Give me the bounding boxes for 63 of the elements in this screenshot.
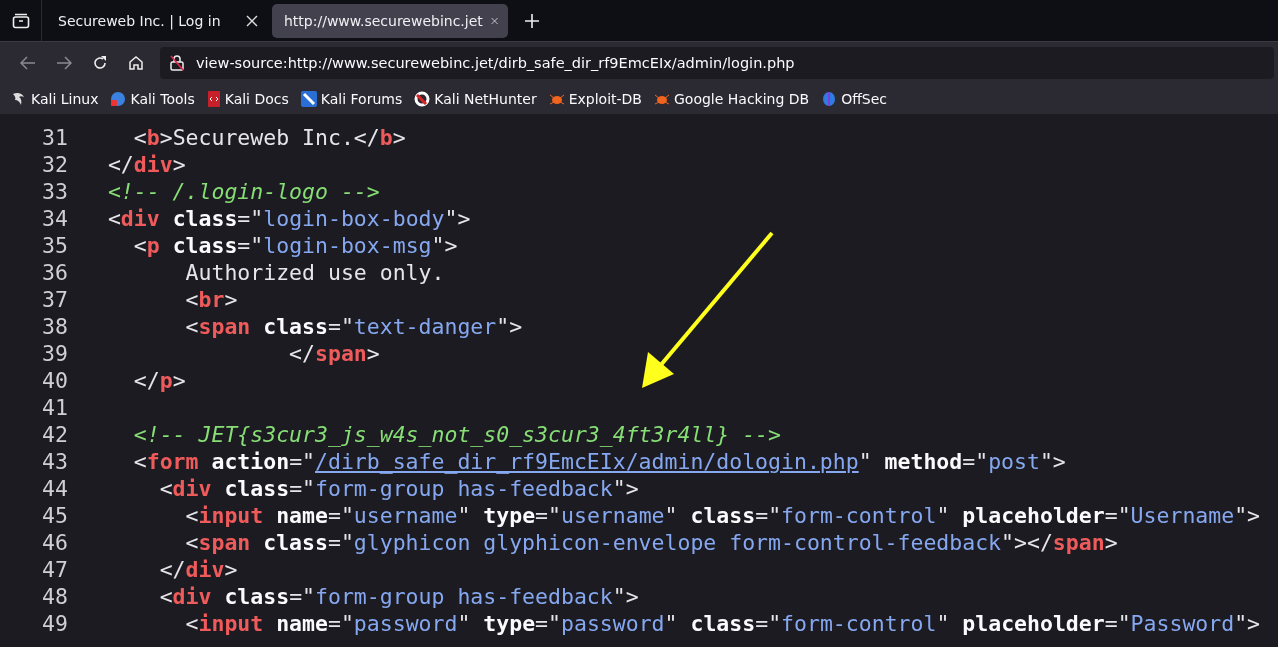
- source-link[interactable]: /dirb_safe_dir_rf9EmcEIx/admin/dologin.php: [315, 449, 859, 474]
- globe-icon: [110, 90, 127, 107]
- code-line: </div>: [106, 152, 186, 177]
- bookmark[interactable]: Kali Linux: [10, 88, 100, 109]
- line-number: 44: [41, 476, 68, 501]
- forum-icon: [300, 90, 317, 107]
- line-number: 37: [41, 287, 68, 312]
- plus-icon[interactable]: [525, 13, 539, 28]
- tab-list-icon[interactable]: [11, 12, 30, 29]
- logo-icon: [821, 90, 838, 107]
- code-line: Authorized use only.: [184, 260, 445, 285]
- bookmark[interactable]: Exploit-DB: [547, 88, 643, 109]
- code-line: <input name="password" type="password" class="form-control" placeholder="Password">: [184, 611, 1261, 636]
- line-number: 33: [41, 179, 68, 204]
- code-line: <br>: [184, 287, 238, 312]
- line-number: 48: [41, 584, 68, 609]
- code-line: </div>: [158, 557, 238, 582]
- line-number: 31: [41, 125, 68, 150]
- code-line: <form action="/dirb_safe_dir_rf9EmcEIx/admin/dologin.php" method="post">: [132, 449, 1066, 474]
- code-line: <!-- JET{s3cur3_js_w4s_not_s0_s3cur3_4ft3r4ll} -->: [132, 422, 781, 447]
- book-icon: [206, 90, 221, 107]
- bookmark[interactable]: Kali Forums: [299, 88, 404, 109]
- line-number: 49: [41, 611, 68, 636]
- code-line: <div class="form-group has-feedback">: [158, 476, 639, 501]
- line-number: 39: [41, 341, 68, 366]
- line-number: 36: [41, 260, 68, 285]
- code-line: </p>: [132, 368, 186, 393]
- line-number: 35: [41, 233, 68, 258]
- line-number: 40: [41, 368, 68, 393]
- line-number: 38: [41, 314, 68, 339]
- close-icon[interactable]: [246, 14, 258, 27]
- code-line: <span class="glyphicon glyphicon-envelope form-control-feedback"></span>: [184, 530, 1118, 555]
- bookmark[interactable]: Kali Tools: [109, 88, 196, 109]
- line-number: 47: [41, 557, 68, 582]
- line-number: 42: [41, 422, 68, 447]
- bookmark[interactable]: Kali NetHunter: [413, 88, 538, 109]
- code-line: <!-- /.login-logo -->: [106, 179, 380, 204]
- insecure-lock-icon: [170, 54, 184, 71]
- line-number: 34: [41, 206, 68, 231]
- code-line: <span class="text-danger">: [184, 314, 523, 339]
- ring-icon: [414, 90, 431, 107]
- line-number: 32: [41, 152, 68, 177]
- code-line: <b>Secureweb Inc.</b>: [132, 125, 406, 150]
- browser-tab[interactable]: http://www.securewebinc.jet: [272, 3, 508, 38]
- browser-tab[interactable]: Secureweb Inc. | Log in: [46, 3, 268, 38]
- code-line: </span>: [288, 341, 380, 366]
- bookmark[interactable]: Kali Docs: [205, 88, 290, 109]
- line-number: 46: [41, 530, 68, 555]
- dragon-icon: [11, 90, 27, 107]
- bookmark[interactable]: OffSec: [820, 88, 889, 109]
- code-line: <div class="form-group has-feedback">: [158, 584, 639, 609]
- code-line: <div class="login-box-body">: [106, 206, 471, 231]
- bookmark[interactable]: Google Hacking DB: [653, 88, 811, 109]
- line-number: 43: [41, 449, 68, 474]
- home-icon[interactable]: [128, 54, 144, 71]
- reload-icon[interactable]: [92, 54, 108, 71]
- address-field[interactable]: view-source:http://www.securewebinc.jet/dirb_safe_dir_rf9EmcEIx/admin/login.php: [160, 46, 1274, 79]
- code-line: <p class="login-box-msg">: [132, 233, 458, 258]
- line-number: 45: [41, 503, 68, 528]
- code-line: <input name="username" type="username" class="form-control" placeholder="Username">: [184, 503, 1261, 528]
- line-number: 41: [41, 395, 68, 420]
- back-icon[interactable]: [20, 55, 36, 70]
- forward-icon[interactable]: [56, 55, 72, 70]
